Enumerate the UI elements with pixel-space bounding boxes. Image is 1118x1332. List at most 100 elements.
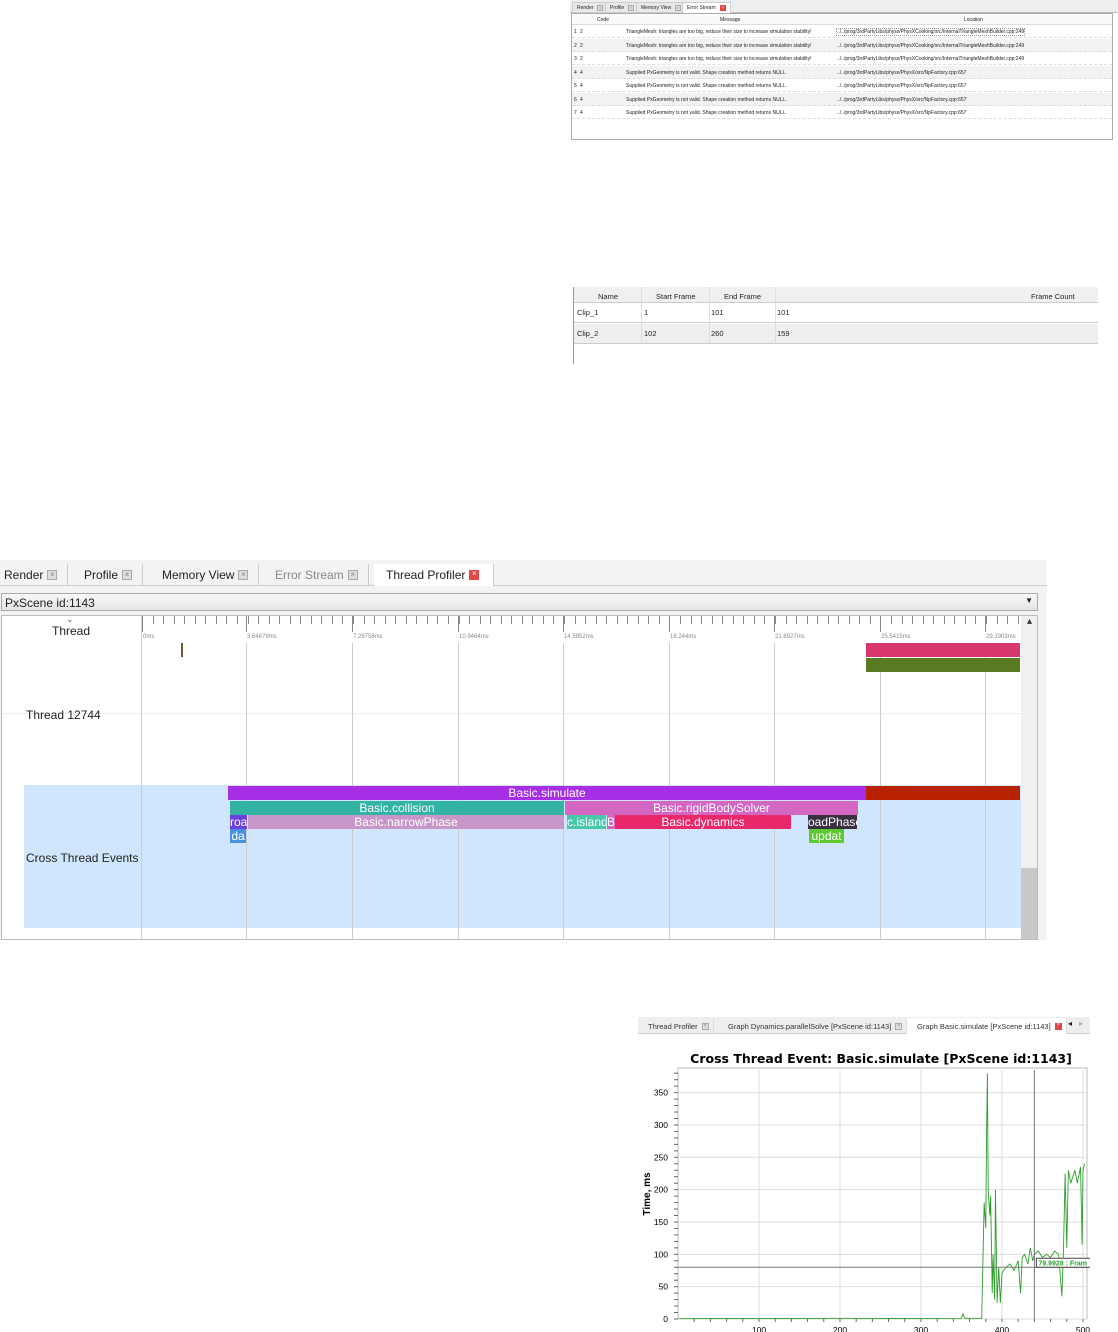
event-marker[interactable] xyxy=(181,643,183,657)
table-row[interactable]: 3 2 TriangleMesh: triangles are too big, r… xyxy=(572,52,1112,65)
cell-code: 2 xyxy=(580,56,583,62)
tick-mark xyxy=(817,616,818,624)
tick-mark xyxy=(722,616,723,624)
bar-basic-rigidbodysolver[interactable]: Basic.rigidBodySolver xyxy=(565,801,858,815)
bar-basic-simulate[interactable]: Basic.simulate xyxy=(228,786,866,800)
tab-profile[interactable]: Profile × xyxy=(72,564,144,586)
cell-code: 4 xyxy=(580,83,583,89)
bar-update-a[interactable]: da xyxy=(230,829,246,843)
thread-event-bar[interactable] xyxy=(866,643,1020,657)
close-icon[interactable]: × xyxy=(597,4,604,11)
bar-b[interactable]: B xyxy=(607,815,615,829)
column-code[interactable]: Code xyxy=(597,17,609,23)
cell-location: ../../prog/3rdPartyLibs/physx/PhysXCooki… xyxy=(837,42,1025,49)
table-row[interactable]: 2 2 TriangleMesh: triangles are too big, r… xyxy=(572,38,1112,52)
major-tick xyxy=(880,616,881,632)
divider xyxy=(141,616,142,939)
tab-render[interactable]: Render × xyxy=(572,2,609,13)
major-tick xyxy=(563,616,564,632)
tick-mark xyxy=(522,616,523,624)
column-start-frame[interactable]: Start Frame xyxy=(656,292,696,301)
tab-render[interactable]: Render × xyxy=(0,564,69,586)
y-axis-label: Time, ms xyxy=(642,1172,653,1216)
divider xyxy=(709,287,710,344)
table-row[interactable]: 7 4 Supplied PxGeometry is not valid. Shap… xyxy=(572,106,1112,119)
tick-mark xyxy=(870,616,871,624)
table-row[interactable]: 5 4 Supplied PxGeometry is not valid. Shap… xyxy=(572,79,1112,92)
tick-mark xyxy=(965,616,966,624)
thread-event-bar[interactable] xyxy=(866,658,1020,672)
close-icon[interactable]: × xyxy=(238,570,249,580)
scroll-up-icon[interactable]: ▴ xyxy=(1021,616,1037,627)
vertical-scrollbar[interactable]: ▴ xyxy=(1021,616,1037,939)
column-message[interactable]: Message xyxy=(720,17,740,23)
close-icon[interactable]: × xyxy=(719,5,726,11)
scroll-right-icon[interactable]: ▸ xyxy=(1079,1019,1083,1028)
tab-error-stream[interactable]: Error Stream × xyxy=(682,2,731,13)
y-tick-label: 0 xyxy=(663,1314,668,1324)
timeline[interactable]: 0ms 3.64879ms 7.29758ms 10.9464ms 14.5952ms 1… xyxy=(1,615,1038,940)
close-icon[interactable]: × xyxy=(675,4,682,11)
tab-thread-profiler[interactable]: Thread Profiler × xyxy=(638,1018,714,1034)
column-location[interactable]: Location xyxy=(964,17,983,23)
scroll-left-icon[interactable]: ◂ xyxy=(1068,1019,1072,1028)
bar-basic-dynamics[interactable]: Basic.dynamics xyxy=(615,815,791,829)
error-table-header: Code Message Location xyxy=(572,15,1112,25)
table-row[interactable]: 6 4 Supplied PxGeometry is not valid. Shap… xyxy=(572,92,1112,106)
tick-mark xyxy=(416,616,417,624)
scrollbar-thumb[interactable] xyxy=(1021,868,1037,939)
tick-mark xyxy=(543,616,544,624)
tick-mark xyxy=(258,616,259,624)
tab-error-stream[interactable]: Error Stream × xyxy=(263,564,369,586)
bar-broadphase-a[interactable]: roa xyxy=(230,815,247,829)
column-name[interactable]: Name xyxy=(598,292,618,301)
tab-graph-parallelsolve[interactable]: Graph Dynamics.parallelSolve [PxScene id… xyxy=(718,1018,908,1034)
cell-code: 4 xyxy=(580,110,583,116)
close-icon[interactable]: × xyxy=(895,1022,903,1030)
column-end-frame[interactable]: End Frame xyxy=(724,292,761,301)
bar-broadphase-b[interactable]: oadPhase xyxy=(808,815,857,829)
table-row[interactable]: 1 2 TriangleMesh: triangles are too big, r… xyxy=(572,25,1112,38)
table-row[interactable]: Clip_2 102 260 159 xyxy=(574,324,1098,344)
close-icon[interactable]: × xyxy=(347,570,358,580)
major-tick xyxy=(669,616,670,632)
bar-basic-collision[interactable]: Basic.collision xyxy=(230,801,564,815)
tick-mark xyxy=(638,616,639,624)
cell-message: Supplied PxGeometry is not valid. Shape … xyxy=(626,83,787,89)
tab-thread-profiler[interactable]: Thread Profiler × xyxy=(374,564,494,586)
tab-memory-view[interactable]: Memory View × xyxy=(150,564,260,586)
close-icon[interactable]: × xyxy=(47,570,58,580)
tick-mark xyxy=(553,616,554,624)
tab-profile[interactable]: Profile × xyxy=(605,2,640,13)
tab-graph-basic-simulate[interactable]: Graph Basic.simulate [PxScene id:1143] × xyxy=(907,1018,1067,1034)
major-tick xyxy=(352,616,353,632)
close-icon[interactable]: × xyxy=(701,1022,709,1030)
tick-mark xyxy=(290,616,291,624)
close-icon[interactable]: × xyxy=(469,570,480,580)
column-frame-count[interactable]: Frame Count xyxy=(1031,292,1075,301)
tab-memory-view[interactable]: Memory View × xyxy=(636,2,687,13)
close-icon[interactable]: × xyxy=(1054,1022,1062,1030)
divider xyxy=(2,713,1021,714)
bar-update-b[interactable]: updat xyxy=(809,829,844,843)
tick-mark xyxy=(712,616,713,624)
cell-message: TriangleMesh: triangles are too big, red… xyxy=(626,42,812,49)
bar-basic-narrowphase[interactable]: Basic.narrowPhase xyxy=(248,815,564,829)
cell-index: 5 xyxy=(574,83,577,89)
tick-mark xyxy=(269,616,270,624)
x-tick-label: 300 xyxy=(914,1325,928,1332)
close-icon[interactable]: × xyxy=(628,4,635,11)
table-row[interactable]: Clip_1 1 101 101 xyxy=(574,303,1098,323)
close-icon[interactable]: × xyxy=(122,570,133,580)
thread-column-header: Thread xyxy=(52,624,91,638)
table-row[interactable]: 4 4 Supplied PxGeometry is not valid. Shap… xyxy=(572,65,1112,79)
major-tick xyxy=(458,616,459,632)
y-tick-label: 150 xyxy=(654,1217,668,1227)
cell-message: Supplied PxGeometry is not valid. Shape … xyxy=(626,96,787,103)
bar-simulate-next[interactable] xyxy=(866,786,1020,800)
scene-select[interactable]: PxScene id:1143 ▼ xyxy=(1,593,1038,611)
bar-island[interactable]: c.islandB xyxy=(567,815,606,829)
line-chart[interactable]: Cross Thread Event: Basic.simulate [PxSc… xyxy=(638,1034,1090,1332)
clip-name: Clip_1 xyxy=(577,308,599,317)
cell-location: ../../prog/3rdPartyLibs/physx/PhysX/src/… xyxy=(837,69,967,76)
